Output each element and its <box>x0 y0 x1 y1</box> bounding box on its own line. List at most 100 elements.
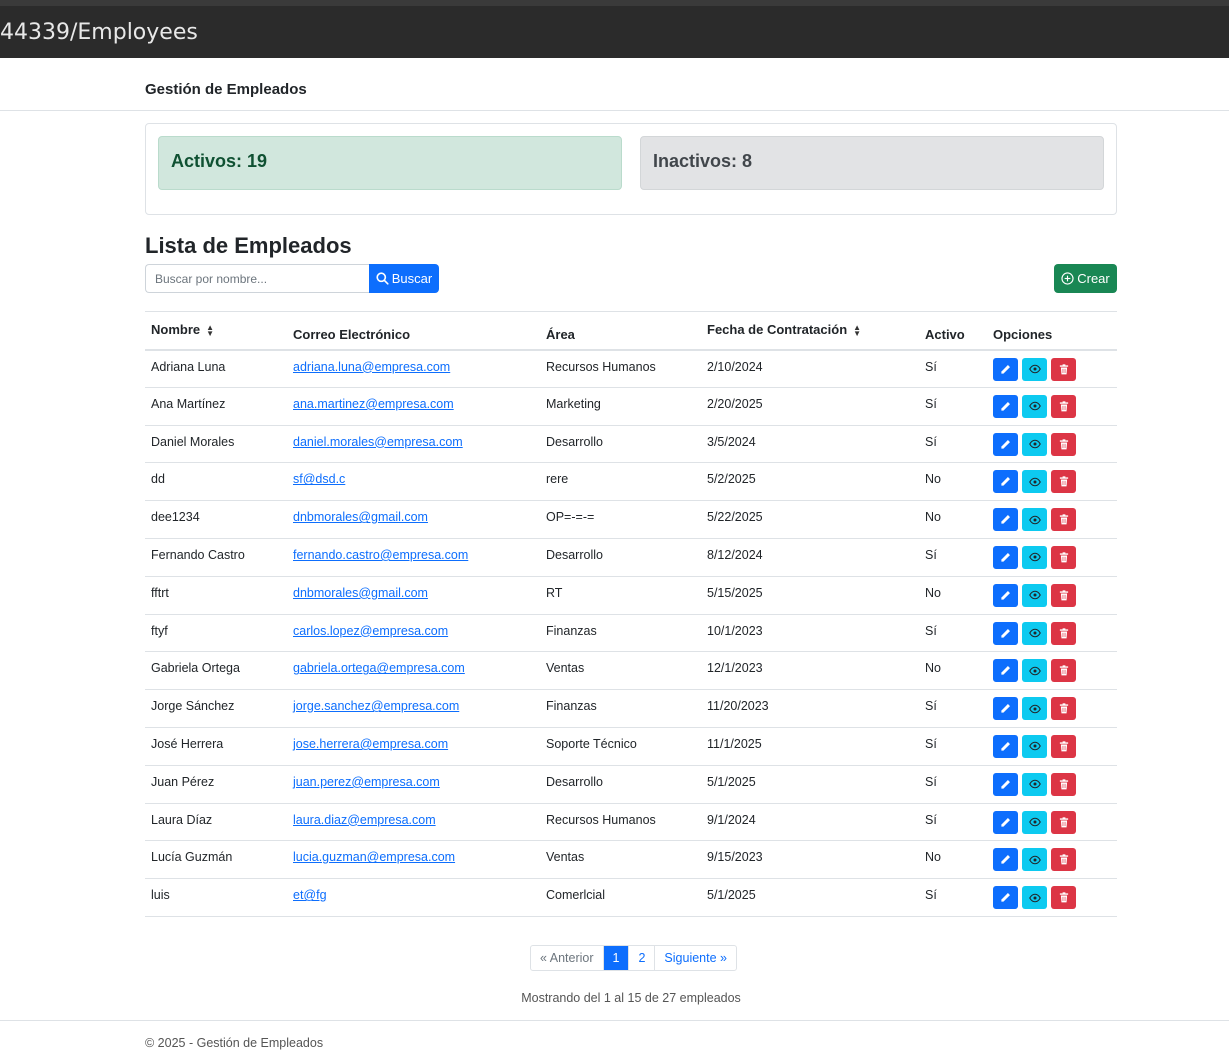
delete-button[interactable] <box>1051 583 1076 607</box>
edit-button[interactable] <box>993 583 1018 607</box>
delete-button[interactable] <box>1051 621 1076 645</box>
edit-button[interactable] <box>993 659 1018 683</box>
view-button[interactable] <box>1022 621 1047 645</box>
email-link[interactable]: gabriela.ortega@empresa.com <box>293 661 465 675</box>
delete-button[interactable] <box>1051 848 1076 872</box>
search-button[interactable]: Buscar <box>369 264 439 293</box>
trash-icon <box>1059 892 1068 903</box>
delete-button[interactable] <box>1051 357 1076 381</box>
delete-button[interactable] <box>1051 470 1076 494</box>
email-link[interactable]: daniel.morales@empresa.com <box>293 435 463 449</box>
edit-button[interactable] <box>993 772 1018 796</box>
email-link[interactable]: laura.diaz@empresa.com <box>293 813 436 827</box>
edit-button[interactable] <box>993 886 1018 910</box>
edit-button[interactable] <box>993 697 1018 721</box>
view-button[interactable] <box>1022 432 1047 456</box>
search-input[interactable] <box>145 264 370 293</box>
cell-nombre: Fernando Castro <box>151 547 245 562</box>
pagination-page-1[interactable]: 1 <box>603 946 630 970</box>
view-button[interactable] <box>1022 470 1047 494</box>
showing-summary: Mostrando del 1 al 15 de 27 empleados <box>521 991 741 1005</box>
header-nombre[interactable]: Nombre ▲ ▼ <box>145 312 287 350</box>
address-url[interactable]: 44339/Employees <box>0 20 198 45</box>
cell-nombre: Adriana Luna <box>151 359 226 374</box>
delete-button[interactable] <box>1051 545 1076 569</box>
view-button[interactable] <box>1022 772 1047 796</box>
table-row: fftrt dnbmorales@gmail.com RT 5/15/2025 No <box>145 576 1117 615</box>
pencil-icon <box>1001 401 1010 411</box>
email-link[interactable]: sf@dsd.c <box>293 472 345 486</box>
cell-fecha: 2/10/2024 <box>707 359 763 374</box>
table-row: Ana Martínez ana.martinez@empresa.com Mark… <box>145 387 1117 426</box>
browser-address-bar[interactable]: 44339/Employees <box>0 6 1229 58</box>
cell-nombre: dd <box>151 472 165 487</box>
cell-area: Finanzas <box>546 623 597 638</box>
delete-button[interactable] <box>1051 697 1076 721</box>
create-button[interactable]: Crear <box>1054 264 1117 293</box>
email-link[interactable]: lucia.guzman@empresa.com <box>293 850 455 864</box>
eye-icon <box>1028 364 1041 374</box>
view-button[interactable] <box>1022 848 1047 872</box>
cell-activo: No <box>925 661 941 676</box>
edit-button[interactable] <box>993 508 1018 532</box>
email-link[interactable]: juan.perez@empresa.com <box>293 775 440 789</box>
edit-button[interactable] <box>993 394 1018 418</box>
view-button[interactable] <box>1022 659 1047 683</box>
delete-button[interactable] <box>1051 734 1076 758</box>
email-link[interactable]: jose.herrera@empresa.com <box>293 737 448 751</box>
create-button-label: Crear <box>1077 271 1110 286</box>
view-button[interactable] <box>1022 734 1047 758</box>
email-link[interactable]: et@fg <box>293 888 327 902</box>
delete-button[interactable] <box>1051 659 1076 683</box>
view-button[interactable] <box>1022 886 1047 910</box>
pencil-icon <box>1001 817 1010 827</box>
eye-icon <box>1028 439 1041 449</box>
delete-button[interactable] <box>1051 772 1076 796</box>
navbar-brand[interactable]: Gestión de Empleados <box>145 81 307 98</box>
email-link[interactable]: carlos.lopez@empresa.com <box>293 624 448 638</box>
trash-icon <box>1059 552 1068 563</box>
email-link[interactable]: jorge.sanchez@empresa.com <box>293 699 459 713</box>
cell-fecha: 2/20/2025 <box>707 396 763 411</box>
trash-icon <box>1059 854 1068 865</box>
table-row: Adriana Luna adriana.luna@empresa.com Recu… <box>145 350 1117 388</box>
delete-button[interactable] <box>1051 810 1076 834</box>
view-button[interactable] <box>1022 394 1047 418</box>
cell-opciones <box>987 841 1117 879</box>
edit-button[interactable] <box>993 848 1018 872</box>
header-fecha[interactable]: Fecha de Contratación ▲ ▼ <box>701 312 919 350</box>
active-count-alert: Activos: 19 <box>158 136 622 190</box>
view-button[interactable] <box>1022 357 1047 381</box>
edit-button[interactable] <box>993 357 1018 381</box>
pagination-page-2[interactable]: 2 <box>629 946 656 970</box>
edit-button[interactable] <box>993 734 1018 758</box>
edit-button[interactable] <box>993 621 1018 645</box>
delete-button[interactable] <box>1051 432 1076 456</box>
edit-button[interactable] <box>993 432 1018 456</box>
cell-fecha: 5/2/2025 <box>707 472 756 487</box>
email-link[interactable]: fernando.castro@empresa.com <box>293 548 468 562</box>
delete-button[interactable] <box>1051 508 1076 532</box>
view-button[interactable] <box>1022 810 1047 834</box>
email-link[interactable]: dnbmorales@gmail.com <box>293 510 428 524</box>
email-link[interactable]: ana.martinez@empresa.com <box>293 397 454 411</box>
view-button[interactable] <box>1022 697 1047 721</box>
pagination-next[interactable]: Siguiente » <box>655 946 736 970</box>
cell-correo: gabriela.ortega@empresa.com <box>287 652 540 690</box>
view-button[interactable] <box>1022 545 1047 569</box>
delete-button[interactable] <box>1051 394 1076 418</box>
email-link[interactable]: adriana.luna@empresa.com <box>293 360 450 374</box>
edit-button[interactable] <box>993 810 1018 834</box>
cell-opciones <box>987 538 1117 576</box>
cell-nombre: Gabriela Ortega <box>151 661 240 676</box>
delete-button[interactable] <box>1051 886 1076 910</box>
pencil-icon <box>1001 553 1010 562</box>
email-link[interactable]: dnbmorales@gmail.com <box>293 586 428 600</box>
plus-circle-icon <box>1061 272 1074 285</box>
edit-button[interactable] <box>993 470 1018 494</box>
view-button[interactable] <box>1022 583 1047 607</box>
search-icon <box>376 272 389 285</box>
view-button[interactable] <box>1022 508 1047 532</box>
cell-correo: daniel.morales@empresa.com <box>287 425 540 463</box>
edit-button[interactable] <box>993 545 1018 569</box>
